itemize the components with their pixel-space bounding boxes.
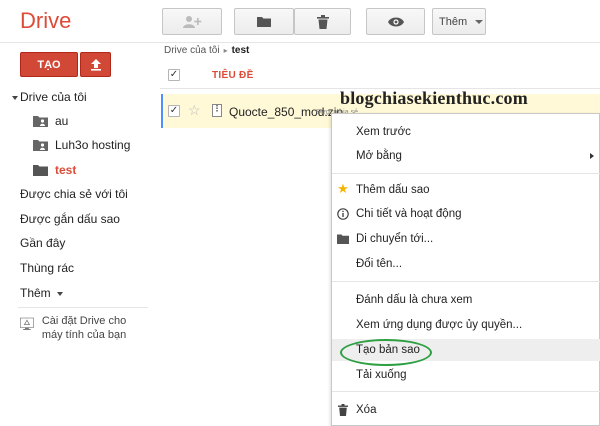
share-button[interactable] — [162, 8, 222, 35]
menu-item-mark-unviewed-label: Đánh dấu là chưa xem — [356, 294, 473, 306]
chevron-down-icon — [57, 291, 64, 296]
desktop-drive-icon — [20, 317, 34, 330]
file-checkbox[interactable]: ✓ — [168, 105, 180, 117]
menu-item-move-to-label: Di chuyển tới... — [356, 233, 434, 245]
menu-item-details-label: Chi tiết và hoạt động — [356, 208, 462, 220]
trash-icon — [316, 14, 329, 29]
menu-divider — [332, 281, 600, 282]
menu-item-rename[interactable]: Đổi tên... — [332, 253, 600, 275]
chevron-down-icon — [475, 19, 484, 24]
submenu-arrow-icon — [590, 153, 594, 159]
folder-luh3o-hosting-label: Luh3o hosting — [55, 138, 131, 152]
nav-starred[interactable]: Được gắn dấu sao — [20, 212, 120, 226]
left-divider — [18, 307, 148, 308]
nav-more[interactable]: Thêm — [20, 286, 65, 300]
header-divider — [0, 42, 600, 43]
trash-icon — [337, 404, 349, 416]
menu-item-mark-unviewed[interactable]: Đánh dấu là chưa xem — [332, 289, 600, 311]
column-header-title[interactable]: TIÊU ĐỀ — [212, 70, 254, 81]
menu-item-delete-label: Xóa — [356, 404, 377, 416]
menu-item-preview[interactable]: Xem trước — [332, 121, 600, 143]
star-icon[interactable]: ☆ — [188, 103, 201, 117]
delete-button[interactable] — [294, 8, 351, 35]
breadcrumb-separator-icon: ▸ — [223, 46, 228, 55]
menu-item-authorized-apps-label: Xem ứng dụng được ủy quyền... — [356, 319, 523, 331]
folder-icon — [337, 233, 349, 245]
menu-item-delete[interactable]: Xóa — [332, 399, 600, 421]
nav-recent[interactable]: Gần đây — [20, 236, 65, 250]
shared-folder-icon — [33, 140, 48, 151]
menu-item-preview-label: Xem trước — [356, 126, 411, 138]
nav-trash[interactable]: Thùng rác — [20, 261, 74, 275]
info-icon — [337, 208, 349, 220]
menu-item-open-with-label: Mở bằng — [356, 150, 402, 162]
create-button[interactable]: TẠO — [20, 52, 78, 77]
expand-triangle-icon — [12, 95, 18, 100]
menu-divider — [332, 173, 600, 174]
menu-item-authorized-apps[interactable]: Xem ứng dụng được ủy quyền... — [332, 314, 600, 336]
menu-item-download-label: Tải xuống — [356, 369, 407, 381]
folder-au-label: au — [55, 114, 69, 128]
menu-divider — [332, 391, 600, 392]
more-dropdown[interactable]: Thêm — [432, 8, 486, 35]
nav-my-drive[interactable]: Drive của tôi — [12, 90, 87, 104]
install-drive-link[interactable]: Cài đặt Drive cho máy tính của bạn — [20, 314, 150, 342]
folder-icon — [33, 165, 48, 176]
more-label: Thêm — [439, 15, 468, 28]
folder-icon — [257, 17, 271, 27]
move-button[interactable] — [234, 8, 294, 35]
menu-item-download[interactable]: Tải xuống — [332, 364, 600, 386]
folder-test[interactable]: test — [33, 163, 76, 177]
watermark: blogchiasekienthuc.com — [340, 88, 528, 108]
star-icon: ★ — [337, 181, 349, 196]
drive-logo[interactable]: Drive — [20, 8, 71, 34]
menu-item-details[interactable]: Chi tiết và hoạt động — [332, 203, 600, 225]
add-person-icon — [183, 15, 202, 28]
install-drive-label: Cài đặt Drive cho máy tính của bạn — [41, 315, 127, 341]
nav-my-drive-label: Drive của tôi — [20, 90, 87, 104]
menu-item-rename-label: Đổi tên... — [356, 258, 403, 270]
upload-button[interactable] — [80, 52, 111, 77]
highlight-annotation-oval — [340, 339, 432, 366]
folder-luh3o-hosting[interactable]: Luh3o hosting — [33, 138, 130, 152]
nav-more-label: Thêm — [20, 286, 51, 300]
eye-icon — [387, 17, 404, 26]
folder-test-label: test — [55, 163, 77, 177]
menu-item-move-to[interactable]: Di chuyển tới... — [332, 228, 600, 250]
breadcrumb: Drive của tôi ▸ test — [164, 45, 249, 56]
context-menu: Xem trước Mở bằng ★ Thêm dấu sao Chi tiế… — [331, 113, 600, 426]
breadcrumb-my-drive[interactable]: Drive của tôi — [164, 45, 220, 56]
breadcrumb-current: test — [231, 45, 250, 56]
menu-item-open-with[interactable]: Mở bằng — [332, 145, 600, 167]
menu-item-add-star-label: Thêm dấu sao — [356, 184, 430, 196]
preview-button[interactable] — [366, 8, 425, 35]
upload-icon — [90, 59, 101, 71]
select-all-checkbox[interactable]: ✓ — [168, 69, 180, 81]
shared-folder-icon — [33, 116, 48, 127]
zip-file-icon — [212, 104, 222, 122]
menu-item-add-star[interactable]: ★ Thêm dấu sao — [332, 179, 600, 201]
nav-shared-with-me[interactable]: Được chia sẻ với tôi — [20, 187, 128, 201]
folder-au[interactable]: au — [33, 114, 68, 128]
